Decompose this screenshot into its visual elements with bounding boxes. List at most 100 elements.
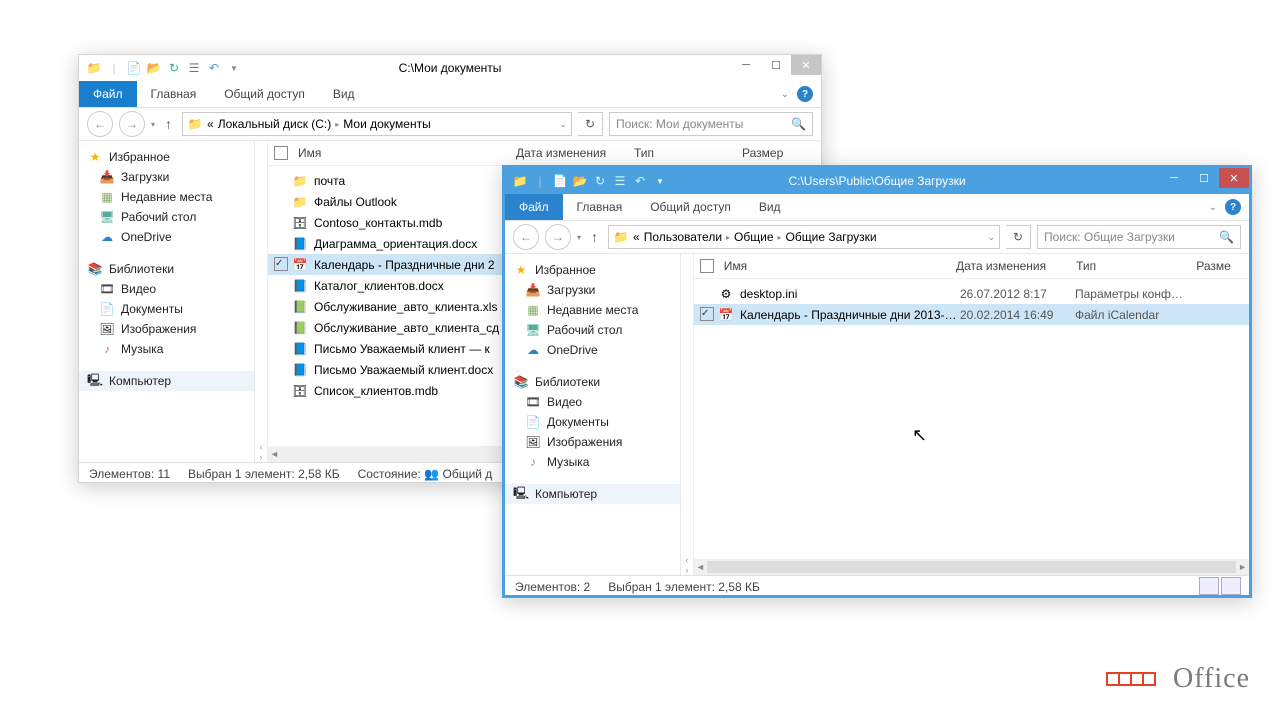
up-button[interactable]: ↑ bbox=[161, 116, 176, 132]
nav-desktop[interactable]: 🖥Рабочий стол bbox=[505, 320, 680, 340]
refresh-button[interactable]: ↻ bbox=[1006, 225, 1031, 249]
back-button[interactable]: ← bbox=[513, 224, 539, 250]
breadcrumb[interactable]: 📁 « Локальный диск (C:)▸ Мои документы ⌄ bbox=[182, 112, 572, 136]
nav-favorites[interactable]: ★Избранное bbox=[79, 147, 254, 167]
h-scrollbar[interactable]: ◄► bbox=[694, 559, 1249, 575]
nav-libraries[interactable]: 📚Библиотеки bbox=[79, 259, 254, 279]
nav-music[interactable]: ♪Музыка bbox=[505, 452, 680, 472]
search-input[interactable]: Поиск: Общие Загрузки 🔍 bbox=[1037, 225, 1241, 249]
search-input[interactable]: Поиск: Мои документы 🔍 bbox=[609, 112, 813, 136]
nav-favorites[interactable]: ★Избранное bbox=[505, 260, 680, 280]
nav-libraries[interactable]: 📚Библиотеки bbox=[505, 372, 680, 392]
computer-icon: 🖳 bbox=[513, 486, 529, 502]
forward-button[interactable]: → bbox=[119, 111, 145, 137]
breadcrumb[interactable]: 📁 « Пользователи▸ Общие▸ Общие Загрузки … bbox=[608, 225, 1000, 249]
forward-button[interactable]: → bbox=[545, 224, 571, 250]
nav-onedrive[interactable]: ☁OneDrive bbox=[79, 227, 254, 247]
open-folder-icon[interactable]: 📂 bbox=[145, 59, 163, 77]
file-icon: 🗄 bbox=[292, 215, 308, 231]
explorer-window-2: 📁 | 📄 📂 ↻ ☰ ↶ ▼ C:\Users\Public\Общие За… bbox=[502, 165, 1252, 598]
cloud-icon: ☁ bbox=[99, 229, 115, 245]
up-button[interactable]: ↑ bbox=[587, 229, 602, 245]
nav-computer[interactable]: 🖳Компьютер bbox=[505, 484, 680, 504]
nav-documents[interactable]: 📄Документы bbox=[79, 299, 254, 319]
undo-arrow-icon[interactable]: ↶ bbox=[631, 172, 649, 190]
file-icon: 🗄 bbox=[292, 383, 308, 399]
history-dropdown-icon[interactable]: ▾ bbox=[151, 120, 155, 129]
props-icon[interactable]: ☰ bbox=[185, 59, 203, 77]
nav-video[interactable]: 🎞Видео bbox=[505, 392, 680, 412]
minimize-button[interactable]: ─ bbox=[1159, 168, 1189, 188]
back-button[interactable]: ← bbox=[87, 111, 113, 137]
minimize-button[interactable]: ─ bbox=[731, 55, 761, 75]
close-button[interactable]: ✕ bbox=[791, 55, 821, 75]
nav-recent[interactable]: ▦Недавние места bbox=[505, 300, 680, 320]
file-row[interactable]: 📅Календарь - Праздничные дни 2013-…20.02… bbox=[694, 304, 1249, 325]
thumb-view-icon bbox=[1221, 577, 1241, 595]
titlebar[interactable]: 📁 | 📄 📂 ↻ ☰ ↶ ▼ C:\Users\Public\Общие За… bbox=[505, 168, 1249, 194]
library-icon: 📚 bbox=[87, 261, 103, 277]
window-title: C:\Мои документы bbox=[399, 61, 502, 75]
nav-images[interactable]: 🖼Изображения bbox=[505, 432, 680, 452]
chevron-down-icon[interactable]: ⌄ bbox=[987, 232, 995, 243]
folder-icon: 📁 bbox=[187, 116, 203, 132]
props-icon[interactable]: ☰ bbox=[611, 172, 629, 190]
nav-images[interactable]: 🖼Изображения bbox=[79, 319, 254, 339]
music-icon: ♪ bbox=[525, 454, 541, 470]
tab-share[interactable]: Общий доступ bbox=[210, 81, 319, 107]
maximize-button[interactable]: ☐ bbox=[1189, 168, 1219, 188]
nav-computer[interactable]: 🖳Компьютер bbox=[79, 371, 254, 391]
quick-access-toolbar: 📁 | 📄 📂 ↻ ☰ ↶ ▼ bbox=[79, 59, 243, 77]
nav-downloads[interactable]: 📥Загрузки bbox=[505, 280, 680, 300]
computer-icon: 🖳 bbox=[87, 373, 103, 389]
chevron-down-icon[interactable]: ⌄ bbox=[781, 89, 789, 100]
maximize-button[interactable]: ☐ bbox=[761, 55, 791, 75]
chevron-down-icon[interactable]: ⌄ bbox=[1209, 202, 1217, 213]
tab-file[interactable]: Файл bbox=[79, 81, 137, 107]
column-headers[interactable]: Имя Дата изменения Тип Разме bbox=[694, 254, 1249, 279]
undo-icon[interactable]: ↻ bbox=[165, 59, 183, 77]
qat-dropdown-icon[interactable]: ▼ bbox=[651, 172, 669, 190]
view-buttons[interactable] bbox=[1199, 577, 1241, 595]
history-dropdown-icon[interactable]: ▾ bbox=[577, 233, 581, 242]
nav-scrollbar[interactable]: ‹› bbox=[255, 141, 268, 462]
tab-home[interactable]: Главная bbox=[563, 194, 637, 220]
folder-icon: 📁 bbox=[613, 229, 629, 245]
nav-desktop[interactable]: 🖥Рабочий стол bbox=[79, 207, 254, 227]
nav-music[interactable]: ♪Музыка bbox=[79, 339, 254, 359]
undo-arrow-icon[interactable]: ↶ bbox=[205, 59, 223, 77]
office-logo: Office bbox=[1106, 663, 1250, 695]
undo-icon[interactable]: ↻ bbox=[591, 172, 609, 190]
new-doc-icon[interactable]: 📄 bbox=[551, 172, 569, 190]
file-row[interactable]: ⚙desktop.ini26.07.2012 8:17Параметры кон… bbox=[694, 283, 1249, 304]
nav-downloads[interactable]: 📥Загрузки bbox=[79, 167, 254, 187]
tab-view[interactable]: Вид bbox=[745, 194, 795, 220]
video-icon: 🎞 bbox=[525, 394, 541, 410]
new-doc-icon[interactable]: 📄 bbox=[125, 59, 143, 77]
tab-file[interactable]: Файл bbox=[505, 194, 563, 220]
close-button[interactable]: ✕ bbox=[1219, 168, 1249, 188]
nav-video[interactable]: 🎞Видео bbox=[79, 279, 254, 299]
nav-scrollbar[interactable]: ‹› bbox=[681, 254, 694, 575]
ribbon: Файл Главная Общий доступ Вид ⌄ ? bbox=[505, 194, 1249, 221]
tab-share[interactable]: Общий доступ bbox=[636, 194, 745, 220]
qat-dropdown-icon[interactable]: ▼ bbox=[225, 59, 243, 77]
desktop-icon: 🖥 bbox=[99, 209, 115, 225]
selectall-checkbox[interactable] bbox=[274, 146, 288, 160]
star-icon: ★ bbox=[87, 149, 103, 165]
music-icon: ♪ bbox=[99, 341, 115, 357]
help-icon[interactable]: ? bbox=[1225, 199, 1241, 215]
chevron-down-icon[interactable]: ⌄ bbox=[559, 119, 567, 130]
nav-documents[interactable]: 📄Документы bbox=[505, 412, 680, 432]
refresh-button[interactable]: ↻ bbox=[578, 112, 603, 136]
help-icon[interactable]: ? bbox=[797, 86, 813, 102]
selectall-checkbox[interactable] bbox=[700, 259, 714, 273]
open-folder-icon[interactable]: 📂 bbox=[571, 172, 589, 190]
nav-recent[interactable]: ▦Недавние места bbox=[79, 187, 254, 207]
tab-view[interactable]: Вид bbox=[319, 81, 369, 107]
tab-home[interactable]: Главная bbox=[137, 81, 211, 107]
recent-icon: ▦ bbox=[525, 302, 541, 318]
nav-onedrive[interactable]: ☁OneDrive bbox=[505, 340, 680, 360]
titlebar[interactable]: 📁 | 📄 📂 ↻ ☰ ↶ ▼ C:\Мои документы ─ ☐ ✕ bbox=[79, 55, 821, 81]
column-headers[interactable]: Имя Дата изменения Тип Размер bbox=[268, 141, 821, 166]
